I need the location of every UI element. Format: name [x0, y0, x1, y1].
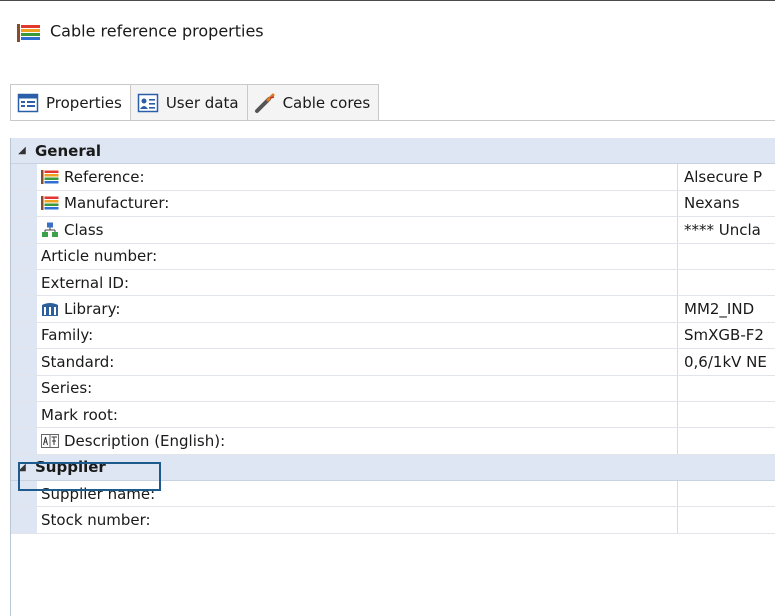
properties-icon — [17, 92, 39, 114]
property-value[interactable]: **** Uncla — [678, 217, 775, 242]
property-value[interactable] — [678, 376, 775, 401]
property-row-library[interactable]: Library: MM2_IND — [11, 296, 775, 323]
property-grid[interactable]: ◢ General Reference: Alsecure P Manufact… — [10, 138, 775, 616]
library-icon — [41, 301, 59, 317]
property-name: Reference: — [64, 168, 145, 187]
property-name: Description (English): — [64, 431, 226, 450]
property-name: Stock number: — [41, 511, 151, 530]
property-name: Standard: — [41, 352, 115, 371]
property-name: External ID: — [41, 273, 130, 292]
collapse-arrow-icon[interactable]: ◢ — [15, 138, 29, 163]
tab-label: Properties — [46, 94, 122, 112]
cable-reference-icon — [16, 23, 42, 43]
tab-cable-cores[interactable]: Cable cores — [246, 84, 380, 120]
property-value[interactable] — [678, 481, 775, 506]
property-name: Manufacturer: — [64, 194, 170, 213]
title-bar: Cable reference properties — [0, 0, 775, 62]
property-value[interactable]: Nexans — [678, 191, 775, 216]
property-name: Family: — [41, 326, 94, 345]
tab-label: User data — [165, 93, 239, 112]
property-value[interactable] — [678, 270, 775, 295]
property-name: Series: — [41, 379, 93, 398]
property-row-description[interactable]: Description (English): — [11, 428, 775, 455]
property-row-reference[interactable]: Reference: Alsecure P — [11, 164, 775, 191]
tab-label: Cable cores — [282, 93, 371, 112]
category-general[interactable]: ◢ General — [11, 138, 775, 165]
tab-divider — [10, 120, 775, 121]
cable-icon — [41, 169, 59, 185]
property-value[interactable]: Alsecure P — [678, 164, 775, 189]
property-row-series[interactable]: Series: — [11, 375, 775, 402]
window-title: Cable reference properties — [50, 21, 264, 41]
property-name: Class — [64, 220, 104, 239]
property-value[interactable] — [678, 244, 775, 269]
property-row-manufacturer[interactable]: Manufacturer: Nexans — [11, 190, 775, 218]
property-value[interactable]: 0,6/1kV NE — [678, 349, 775, 374]
property-name: Library: — [64, 300, 121, 319]
property-row-mark-root[interactable]: Mark root: — [11, 401, 775, 429]
property-value[interactable]: SmXGB-F2 — [678, 323, 775, 348]
translate-icon — [41, 433, 59, 449]
user-data-icon — [137, 92, 159, 114]
property-name: Article number: — [41, 247, 158, 266]
cable-icon — [41, 195, 59, 211]
property-value[interactable]: MM2_IND — [678, 296, 775, 321]
property-row-standard[interactable]: Standard: 0,6/1kV NE — [11, 349, 775, 376]
property-row-article-number[interactable]: Article number: — [11, 243, 775, 270]
class-icon — [41, 222, 59, 238]
property-value[interactable] — [678, 507, 775, 532]
property-row-external-id[interactable]: External ID: — [11, 269, 775, 297]
property-name: Mark root: — [41, 405, 118, 424]
property-row-class[interactable]: Class **** Uncla — [11, 217, 775, 244]
cable-cores-icon — [254, 92, 276, 114]
property-value[interactable] — [678, 428, 775, 453]
mark-root-highlight-box — [18, 462, 161, 491]
tab-properties[interactable]: Properties — [10, 84, 131, 121]
property-row-stock-number[interactable]: Stock number: — [11, 507, 775, 534]
tab-bar: Properties User data Cable cores — [10, 84, 380, 121]
property-value[interactable] — [678, 402, 775, 427]
category-label: General — [35, 141, 101, 160]
property-row-family[interactable]: Family: SmXGB-F2 — [11, 322, 775, 350]
tab-user-data[interactable]: User data — [129, 84, 248, 120]
